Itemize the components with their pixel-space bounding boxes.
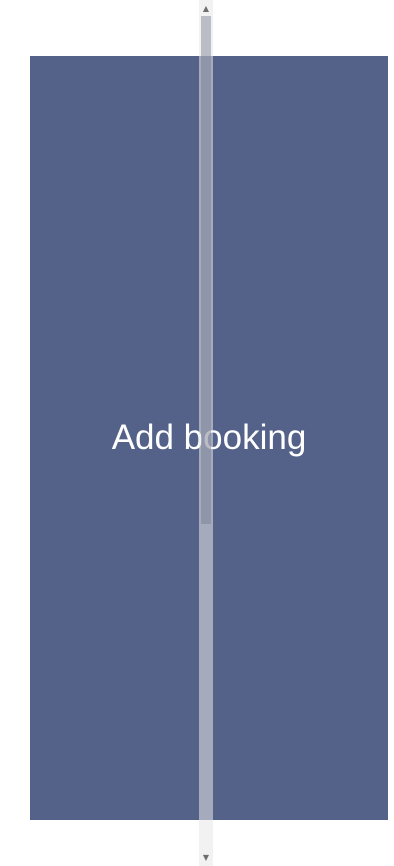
vertical-scrollbar[interactable]: ▲ ▼ <box>199 0 213 866</box>
page: Add booking ▲ ▼ <box>0 0 394 866</box>
scrollbar-thumb[interactable] <box>201 16 211 524</box>
scroll-down-arrow-icon[interactable]: ▼ <box>199 850 213 866</box>
scroll-up-arrow-icon[interactable]: ▲ <box>199 1 213 17</box>
